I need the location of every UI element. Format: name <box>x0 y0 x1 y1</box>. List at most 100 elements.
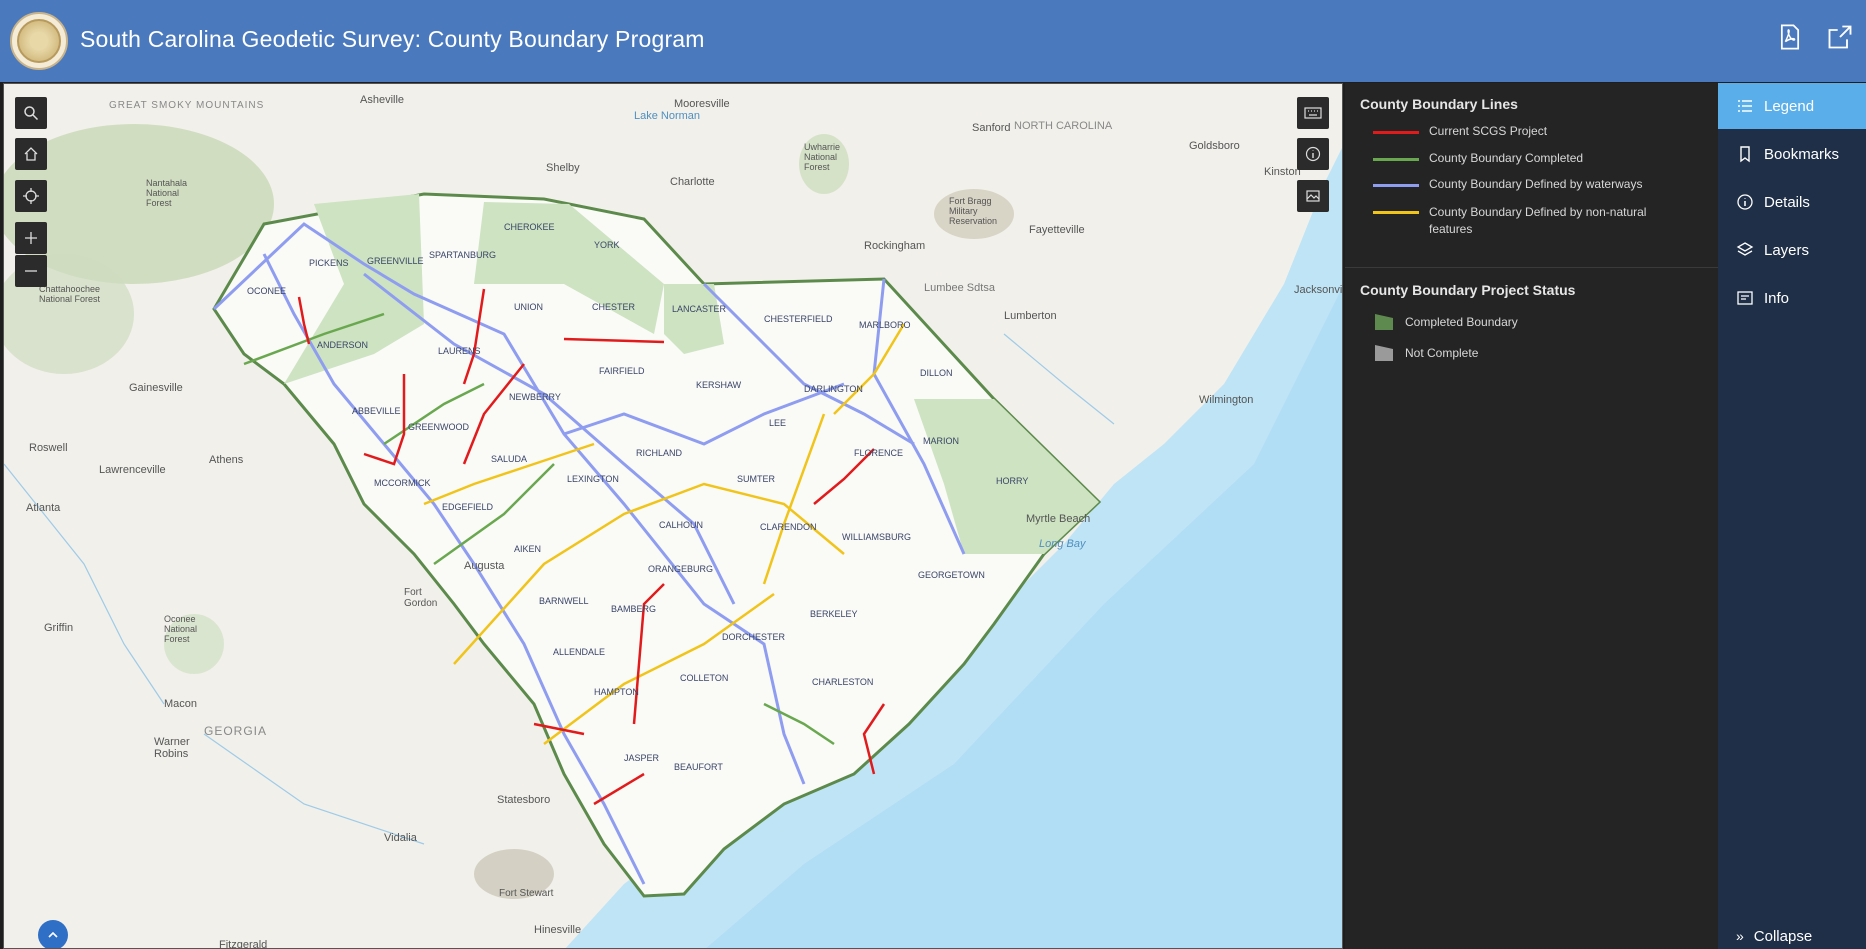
map-place-label: Gainesville <box>129 382 183 394</box>
county-label[interactable]: LEXINGTON <box>567 474 619 484</box>
county-label[interactable]: DILLON <box>920 368 953 378</box>
map-place-label: Warner Robins <box>154 736 190 760</box>
map-place-label: Goldsboro <box>1189 140 1240 152</box>
search-button[interactable] <box>15 97 47 129</box>
county-label[interactable]: UNION <box>514 302 543 312</box>
county-label[interactable]: ANDERSON <box>317 340 368 350</box>
sidebar-item-layers[interactable]: Layers <box>1718 227 1866 273</box>
county-label[interactable]: LAURENS <box>438 346 481 356</box>
keyboard-button[interactable] <box>1297 97 1329 129</box>
map-place-label: Mooresville <box>674 98 730 110</box>
sidebar-item-details[interactable]: Details <box>1718 179 1866 225</box>
legend-label: County Boundary Defined by waterways <box>1429 177 1643 191</box>
county-label[interactable]: NEWBERRY <box>509 392 561 402</box>
collapse-button[interactable]: » Collapse <box>1718 923 1866 949</box>
county-label[interactable]: COLLETON <box>680 673 728 683</box>
county-label[interactable]: MCCORMICK <box>374 478 431 488</box>
plus-icon <box>25 232 37 244</box>
county-label[interactable]: DARLINGTON <box>804 384 863 394</box>
county-label[interactable]: JASPER <box>624 753 659 763</box>
app-header: South Carolina Geodetic Survey: County B… <box>0 0 1866 82</box>
expand-attribution-button[interactable] <box>38 920 68 948</box>
collapse-label: Collapse <box>1753 927 1813 945</box>
legend-label: Current SCGS Project <box>1429 124 1548 138</box>
county-label[interactable]: ABBEVILLE <box>352 406 401 416</box>
county-label[interactable]: FLORENCE <box>854 448 903 458</box>
county-label[interactable]: HAMPTON <box>594 687 639 697</box>
locate-button[interactable] <box>15 180 47 212</box>
county-label[interactable]: CLARENDON <box>760 522 817 532</box>
county-label[interactable]: GEORGETOWN <box>918 570 985 580</box>
county-label[interactable]: BARNWELL <box>539 596 589 606</box>
map-place-label: Charlotte <box>670 176 715 188</box>
map-place-label: Fitzgerald <box>219 939 268 949</box>
county-label[interactable]: BAMBERG <box>611 604 656 614</box>
basemap-gallery-button[interactable] <box>1297 180 1329 212</box>
county-label[interactable]: GREENWOOD <box>408 422 469 432</box>
county-label[interactable]: SUMTER <box>737 474 775 484</box>
sidebar-item-bookmarks[interactable]: Bookmarks <box>1718 131 1866 177</box>
county-label[interactable]: BERKELEY <box>810 609 858 619</box>
chevron-up-icon <box>48 931 58 938</box>
sidebar-item-label: Details <box>1764 193 1810 211</box>
map-place-label: Griffin <box>44 622 74 634</box>
map-place-label: Nantahala National Forest <box>146 178 188 208</box>
map-place-label: Lumberton <box>1004 310 1057 322</box>
county-label[interactable]: MARION <box>923 436 959 446</box>
legend-swatch <box>1373 184 1419 187</box>
county-label[interactable]: OCONEE <box>247 286 286 296</box>
legend-swatch <box>1373 158 1419 161</box>
double-chevron-icon: » <box>1736 928 1744 944</box>
county-label[interactable]: RICHLAND <box>636 448 682 458</box>
county-label[interactable]: ALLENDALE <box>553 647 605 657</box>
county-label[interactable]: CHARLESTON <box>812 677 873 687</box>
county-label[interactable]: HORRY <box>996 476 1028 486</box>
county-label[interactable]: YORK <box>594 240 620 250</box>
county-label[interactable]: SALUDA <box>491 454 527 464</box>
zoom-out-button[interactable] <box>15 255 47 287</box>
county-label[interactable]: AIKEN <box>514 544 541 554</box>
county-label[interactable]: GREENVILLE <box>367 256 424 266</box>
county-label[interactable]: CALHOUN <box>659 520 703 530</box>
county-label[interactable]: EDGEFIELD <box>442 502 493 512</box>
county-label[interactable]: SPARTANBURG <box>429 250 496 260</box>
share-icon[interactable] <box>1826 22 1854 52</box>
county-label[interactable]: KERSHAW <box>696 380 741 390</box>
divider <box>1345 267 1718 268</box>
county-label[interactable]: BEAUFORT <box>674 762 723 772</box>
map-place-label: Uwharrie National Forest <box>804 142 841 172</box>
legend-swatch <box>1373 131 1419 134</box>
county-label[interactable]: WILLIAMSBURG <box>842 532 911 542</box>
county-label[interactable]: CHESTER <box>592 302 635 312</box>
map-place-label: Asheville <box>360 94 405 106</box>
legend-swatch <box>1375 314 1393 330</box>
home-icon <box>24 147 38 161</box>
county-label[interactable]: LANCASTER <box>672 304 726 314</box>
county-label[interactable]: ORANGEBURG <box>648 564 713 574</box>
county-label[interactable]: MARLBORO <box>859 320 911 330</box>
county-label[interactable]: FAIRFIELD <box>599 366 645 376</box>
map-place-label: Jacksonville <box>1294 284 1343 296</box>
county-label[interactable]: DORCHESTER <box>722 632 785 642</box>
map-place-label: Lumbee Sdtsa <box>924 282 995 294</box>
legend-item: Not Complete <box>1373 343 1478 363</box>
county-label[interactable]: LEE <box>769 418 786 428</box>
legend-label: Not Complete <box>1405 346 1479 360</box>
map-place-label: Oconee National Forest <box>164 614 198 644</box>
county-label[interactable]: CHEROKEE <box>504 222 555 232</box>
pdf-export-icon[interactable] <box>1776 22 1804 52</box>
county-label[interactable]: PICKENS <box>309 258 349 268</box>
search-icon <box>24 106 39 121</box>
map-info-button[interactable] <box>1297 138 1329 170</box>
sidebar-item-legend[interactable]: Legend <box>1718 83 1866 129</box>
zoom-in-button[interactable] <box>15 222 47 254</box>
map-place-label: Wilmington <box>1199 394 1254 406</box>
map-place-label: Myrtle Beach <box>1026 513 1091 525</box>
sidebar-item-label: Legend <box>1764 97 1815 115</box>
map-view[interactable]: Asheville Mooresville Lake Norman Shelby… <box>3 83 1343 949</box>
basemap-icon <box>1306 190 1320 202</box>
home-button[interactable] <box>15 138 47 170</box>
sidebar-item-info[interactable]: Info <box>1718 275 1866 321</box>
map-place-label: Fayetteville <box>1029 224 1085 236</box>
county-label[interactable]: CHESTERFIELD <box>764 314 833 324</box>
